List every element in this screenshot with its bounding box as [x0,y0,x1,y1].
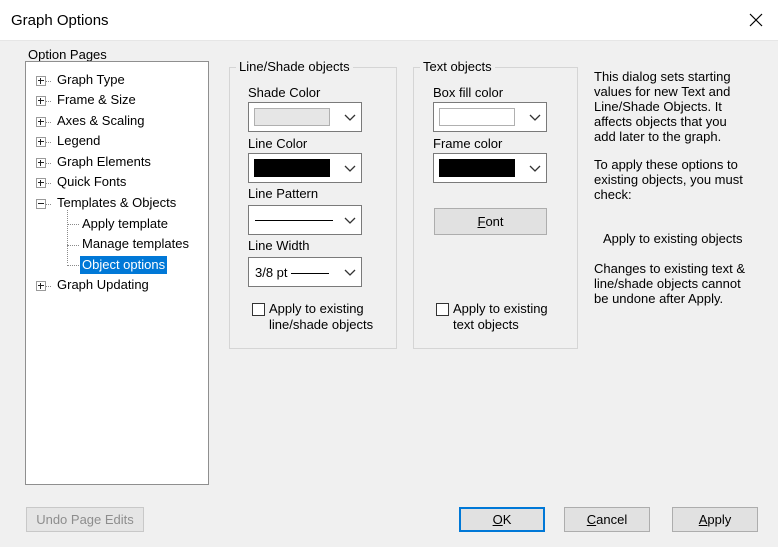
chevron-down-icon [344,217,356,224]
apply-existing-line-shade-label-2: line/shade objects [269,317,374,332]
line-pattern-dropdown[interactable] [248,205,362,235]
cancel-button[interactable]: Cancel [564,507,650,532]
chevron-down-icon [529,114,541,121]
apply-label-rest: pply [707,512,732,527]
expand-icon[interactable] [36,96,46,106]
chevron-down-icon [529,165,541,172]
box-fill-color-dropdown[interactable] [433,102,547,132]
frame-color-dropdown[interactable] [433,153,547,183]
option-pages-label: Option Pages [28,47,107,62]
line-width-label: Line Width [248,238,310,253]
apply-existing-line-shade-checkbox[interactable] [252,303,265,316]
apply-accelerator: A [698,512,708,527]
font-button-suffix: ont [485,214,504,229]
tree-item-graph-type[interactable]: Graph Type [57,71,125,89]
text-objects-group-label: Text objects [420,59,495,74]
info-line: This dialog sets starting [594,69,731,84]
apply-existing-text-label-1: Apply to existing [453,301,548,316]
info-line: affects objects that you [594,114,727,129]
tree-item-quick-fonts[interactable]: Quick Fonts [57,173,126,191]
info-line: existing objects, you must [594,172,743,187]
frame-color-swatch [439,159,515,177]
ok-button[interactable]: OK [459,507,545,532]
tree-item-graph-updating[interactable]: Graph Updating [57,276,149,294]
box-fill-color-label: Box fill color [433,85,504,100]
tree-item-graph-elements[interactable]: Graph Elements [57,153,151,171]
close-button[interactable] [734,0,778,40]
expand-icon[interactable] [36,281,46,291]
expand-icon[interactable] [36,117,46,127]
shade-color-dropdown[interactable] [248,102,362,132]
chevron-down-icon [344,114,356,121]
line-width-sample [291,273,329,274]
expand-icon[interactable] [36,76,46,86]
info-paragraph-2: To apply these options to existing objec… [594,157,743,202]
undo-page-edits-button[interactable]: Undo Page Edits [26,507,144,532]
cancel-accelerator: C [586,512,597,527]
tree-item-frame-size[interactable]: Frame & Size [57,91,136,109]
tree-item-legend[interactable]: Legend [57,132,100,150]
line-shade-group-label: Line/Shade objects [236,59,353,74]
tree-item-manage-templates[interactable]: Manage templates [82,235,189,253]
line-width-value: 3/8 pt [255,265,288,280]
ok-accelerator: O [492,512,503,527]
shade-color-label: Shade Color [248,85,321,100]
expand-icon[interactable] [36,158,46,168]
info-line: line/shade objects cannot [594,276,741,291]
info-paragraph-3: Apply to existing objects [603,231,743,246]
font-button-accelerator: F [477,214,486,229]
info-line: check: [594,187,632,202]
line-pattern-sample [255,220,333,221]
tree-item-templates-objects[interactable]: Templates & Objects [57,194,176,212]
info-line: add later to the graph. [594,129,722,144]
info-line: Changes to existing text & [594,261,746,276]
expand-icon[interactable] [36,137,46,147]
chevron-down-icon [344,269,356,276]
apply-existing-text-checkbox[interactable] [436,303,449,316]
chevron-down-icon [344,165,356,172]
line-color-label: Line Color [248,136,308,151]
apply-existing-text-label-2: text objects [453,317,519,332]
info-line: Line/Shade Objects. It [594,99,722,114]
info-line: To apply these options to [594,157,738,172]
line-pattern-label: Line Pattern [248,186,319,201]
frame-color-label: Frame color [433,136,503,151]
font-button[interactable]: Font [434,208,547,235]
tree-item-apply-template[interactable]: Apply template [82,215,168,233]
box-fill-color-swatch [439,108,515,126]
info-line: values for new Text and [594,84,731,99]
expand-icon[interactable] [36,178,46,188]
window-title: Graph Options [11,12,109,29]
tree-item-object-options[interactable]: Object options [80,256,168,274]
close-icon [749,13,763,27]
tree-item-axes-scaling[interactable]: Axes & Scaling [57,112,144,130]
line-width-dropdown[interactable]: 3/8 pt [248,257,362,287]
apply-button[interactable]: Apply [672,507,758,532]
collapse-icon[interactable] [36,199,46,209]
apply-existing-line-shade-label-1: Apply to existing [269,301,364,316]
info-paragraph-4: Changes to existing text & line/shade ob… [594,261,745,306]
info-paragraph-1: This dialog sets starting values for new… [594,69,731,144]
info-line: be undone after Apply. [594,291,724,306]
cancel-label-rest: ancel [596,512,628,527]
shade-color-swatch [254,108,330,126]
title-bar: Graph Options [0,0,778,41]
option-pages-tree[interactable]: Graph Type Frame & Size Axes & Scaling L… [25,61,209,485]
line-color-swatch [254,159,330,177]
ok-label-rest: K [502,512,512,527]
line-color-dropdown[interactable] [248,153,362,183]
